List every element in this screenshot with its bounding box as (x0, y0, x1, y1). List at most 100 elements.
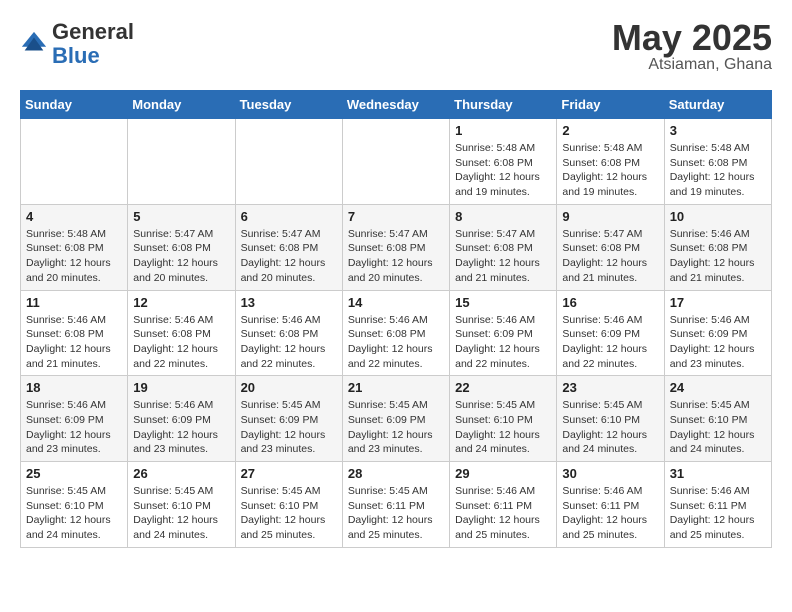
table-row: 18 Sunrise: 5:46 AMSunset: 6:09 PMDayligh… (21, 376, 128, 462)
cell-day-number: 30 (562, 466, 658, 481)
cell-day-info: Sunrise: 5:45 AMSunset: 6:10 PMDaylight:… (26, 484, 122, 543)
cell-day-info: Sunrise: 5:45 AMSunset: 6:11 PMDaylight:… (348, 484, 444, 543)
cell-day-number: 3 (670, 123, 766, 138)
calendar-week-row: 4 Sunrise: 5:48 AMSunset: 6:08 PMDaylight… (21, 204, 772, 290)
cell-day-info: Sunrise: 5:46 AMSunset: 6:09 PMDaylight:… (562, 313, 658, 372)
logo-general: General (52, 19, 134, 44)
calendar-week-row: 11 Sunrise: 5:46 AMSunset: 6:08 PMDayligh… (21, 290, 772, 376)
cell-day-number: 17 (670, 295, 766, 310)
table-row: 13 Sunrise: 5:46 AMSunset: 6:08 PMDayligh… (235, 290, 342, 376)
cell-day-number: 14 (348, 295, 444, 310)
calendar-header-row: Sunday Monday Tuesday Wednesday Thursday… (21, 91, 772, 119)
logo-text: General Blue (52, 20, 134, 68)
cell-day-number: 8 (455, 209, 551, 224)
col-wednesday: Wednesday (342, 91, 449, 119)
cell-day-info: Sunrise: 5:46 AMSunset: 6:08 PMDaylight:… (670, 227, 766, 286)
cell-day-number: 22 (455, 380, 551, 395)
cell-day-info: Sunrise: 5:46 AMSunset: 6:09 PMDaylight:… (670, 313, 766, 372)
cell-day-number: 21 (348, 380, 444, 395)
cell-day-number: 6 (241, 209, 337, 224)
table-row: 31 Sunrise: 5:46 AMSunset: 6:11 PMDayligh… (664, 462, 771, 548)
table-row: 2Sunrise: 5:48 AMSunset: 6:08 PMDaylight… (557, 119, 664, 205)
table-row: 10 Sunrise: 5:46 AMSunset: 6:08 PMDayligh… (664, 204, 771, 290)
cell-day-number: 10 (670, 209, 766, 224)
col-friday: Friday (557, 91, 664, 119)
page-header: General Blue May 2025 Atsiaman, Ghana (20, 20, 772, 74)
table-row: 4 Sunrise: 5:48 AMSunset: 6:08 PMDaylight… (21, 204, 128, 290)
cell-day-info: Sunrise: 5:46 AMSunset: 6:11 PMDaylight:… (562, 484, 658, 543)
cell-day-number: 25 (26, 466, 122, 481)
cell-day-number: 7 (348, 209, 444, 224)
table-row: 5 Sunrise: 5:47 AMSunset: 6:08 PMDaylight… (128, 204, 235, 290)
cell-day-info: Sunrise: 5:46 AMSunset: 6:09 PMDaylight:… (133, 398, 229, 457)
col-tuesday: Tuesday (235, 91, 342, 119)
cell-day-info: Sunrise: 5:46 AMSunset: 6:11 PMDaylight:… (670, 484, 766, 543)
cell-day-number: 11 (26, 295, 122, 310)
cell-day-info: Sunrise: 5:46 AMSunset: 6:08 PMDaylight:… (241, 313, 337, 372)
logo-blue: Blue (52, 43, 100, 68)
cell-day-info: Sunrise: 5:46 AMSunset: 6:11 PMDaylight:… (455, 484, 551, 543)
cell-day-number: 18 (26, 380, 122, 395)
cell-day-number: 31 (670, 466, 766, 481)
logo: General Blue (20, 20, 134, 68)
cell-day-number: 9 (562, 209, 658, 224)
cell-day-number: 2 (562, 123, 658, 138)
cell-day-number: 12 (133, 295, 229, 310)
logo-icon (20, 30, 48, 58)
table-row: 20Sunrise: 5:45 AMSunset: 6:09 PMDayligh… (235, 376, 342, 462)
cell-day-info: Sunrise: 5:45 AMSunset: 6:10 PMDaylight:… (670, 398, 766, 457)
cell-day-info: Sunrise: 5:48 AMSunset: 6:08 PMDaylight:… (455, 141, 551, 200)
cell-day-number: 16 (562, 295, 658, 310)
cell-day-info: Sunrise: 5:47 AMSunset: 6:08 PMDaylight:… (562, 227, 658, 286)
cell-day-number: 27 (241, 466, 337, 481)
table-row: 11 Sunrise: 5:46 AMSunset: 6:08 PMDayligh… (21, 290, 128, 376)
cell-day-info: Sunrise: 5:47 AMSunset: 6:08 PMDaylight:… (348, 227, 444, 286)
table-row: 19 Sunrise: 5:46 AMSunset: 6:09 PMDayligh… (128, 376, 235, 462)
cell-day-info: Sunrise: 5:46 AMSunset: 6:08 PMDaylight:… (348, 313, 444, 372)
cell-day-info: Sunrise: 5:45 AMSunset: 6:09 PMDaylight:… (241, 398, 337, 457)
cell-day-info: Sunrise: 5:47 AMSunset: 6:08 PMDaylight:… (133, 227, 229, 286)
cell-day-number: 13 (241, 295, 337, 310)
cell-day-number: 29 (455, 466, 551, 481)
cell-day-info: Sunrise: 5:48 AMSunset: 6:08 PMDaylight:… (670, 141, 766, 200)
col-thursday: Thursday (450, 91, 557, 119)
table-row: 24 Sunrise: 5:45 AMSunset: 6:10 PMDayligh… (664, 376, 771, 462)
table-row: 9 Sunrise: 5:47 AMSunset: 6:08 PMDaylight… (557, 204, 664, 290)
table-row: 22Sunrise: 5:45 AMSunset: 6:10 PMDayligh… (450, 376, 557, 462)
cell-day-number: 19 (133, 380, 229, 395)
cell-day-info: Sunrise: 5:48 AMSunset: 6:08 PMDaylight:… (26, 227, 122, 286)
table-row (342, 119, 449, 205)
col-sunday: Sunday (21, 91, 128, 119)
cell-day-number: 5 (133, 209, 229, 224)
cell-day-number: 1 (455, 123, 551, 138)
table-row (21, 119, 128, 205)
title-location: Atsiaman, Ghana (612, 56, 772, 74)
table-row: 26Sunrise: 5:45 AMSunset: 6:10 PMDayligh… (128, 462, 235, 548)
cell-day-info: Sunrise: 5:46 AMSunset: 6:09 PMDaylight:… (26, 398, 122, 457)
cell-day-number: 15 (455, 295, 551, 310)
table-row: 21 Sunrise: 5:45 AMSunset: 6:09 PMDayligh… (342, 376, 449, 462)
table-row: 28 Sunrise: 5:45 AMSunset: 6:11 PMDayligh… (342, 462, 449, 548)
cell-day-info: Sunrise: 5:45 AMSunset: 6:09 PMDaylight:… (348, 398, 444, 457)
title-block: May 2025 Atsiaman, Ghana (612, 20, 772, 74)
table-row: 25 Sunrise: 5:45 AMSunset: 6:10 PMDayligh… (21, 462, 128, 548)
calendar-table: Sunday Monday Tuesday Wednesday Thursday… (20, 90, 772, 548)
col-monday: Monday (128, 91, 235, 119)
table-row: 17 Sunrise: 5:46 AMSunset: 6:09 PMDayligh… (664, 290, 771, 376)
cell-day-number: 28 (348, 466, 444, 481)
title-month: May 2025 (612, 20, 772, 56)
cell-day-info: Sunrise: 5:45 AMSunset: 6:10 PMDaylight:… (562, 398, 658, 457)
cell-day-number: 26 (133, 466, 229, 481)
col-saturday: Saturday (664, 91, 771, 119)
table-row: 14 Sunrise: 5:46 AMSunset: 6:08 PMDayligh… (342, 290, 449, 376)
calendar-week-row: 25 Sunrise: 5:45 AMSunset: 6:10 PMDayligh… (21, 462, 772, 548)
cell-day-number: 23 (562, 380, 658, 395)
cell-day-number: 4 (26, 209, 122, 224)
cell-day-info: Sunrise: 5:46 AMSunset: 6:08 PMDaylight:… (26, 313, 122, 372)
table-row: 8Sunrise: 5:47 AMSunset: 6:08 PMDaylight… (450, 204, 557, 290)
cell-day-info: Sunrise: 5:46 AMSunset: 6:09 PMDaylight:… (455, 313, 551, 372)
table-row: 1 Sunrise: 5:48 AMSunset: 6:08 PMDaylight… (450, 119, 557, 205)
table-row: 23 Sunrise: 5:45 AMSunset: 6:10 PMDayligh… (557, 376, 664, 462)
cell-day-number: 24 (670, 380, 766, 395)
table-row: 6Sunrise: 5:47 AMSunset: 6:08 PMDaylight… (235, 204, 342, 290)
